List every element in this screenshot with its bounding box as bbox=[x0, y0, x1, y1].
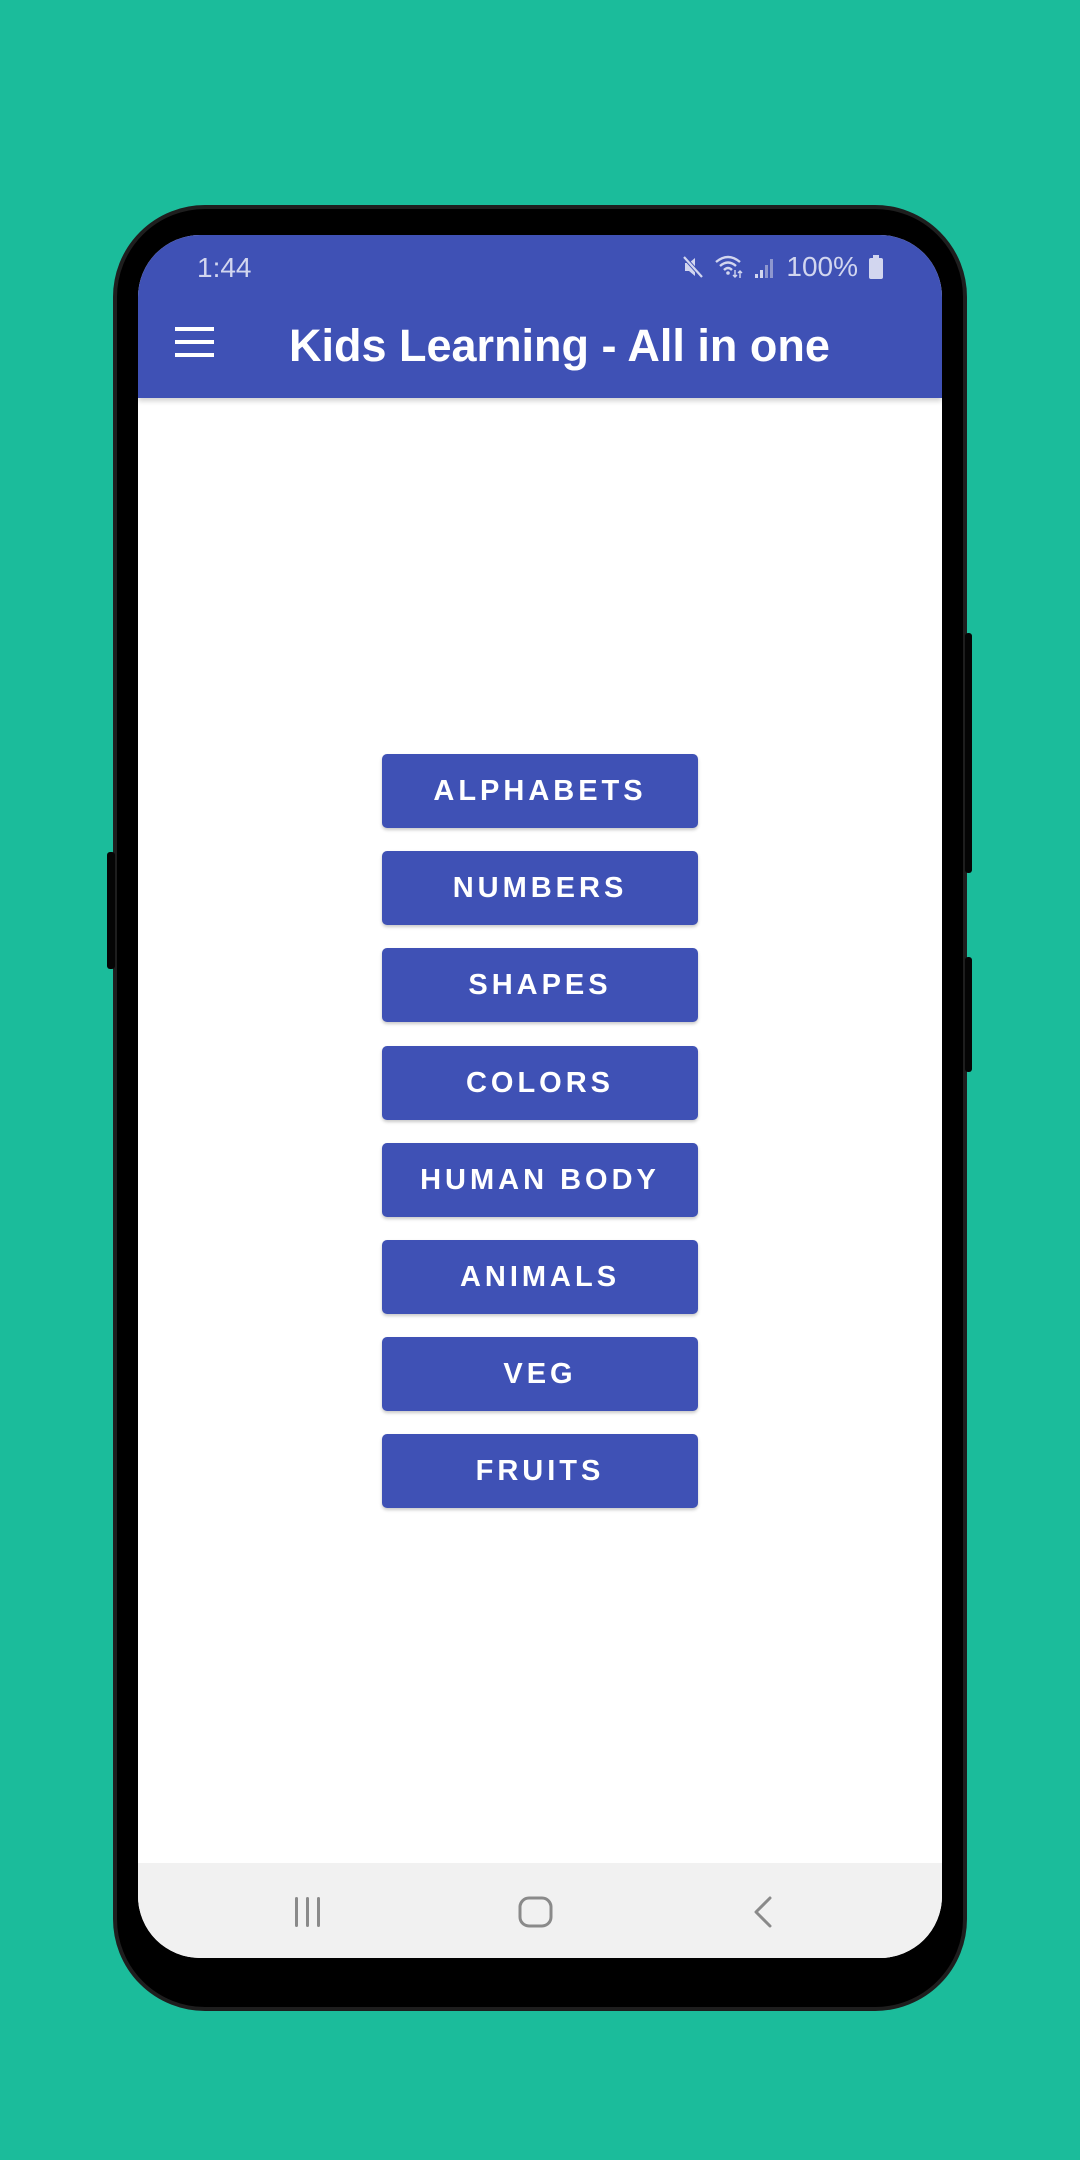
phone-side-button-left bbox=[107, 852, 115, 969]
phone-power-button bbox=[965, 957, 972, 1072]
app-bar: 1:44 100% Kids Learning - All in one bbox=[138, 235, 942, 398]
wifi-icon bbox=[715, 255, 743, 278]
battery-icon bbox=[869, 255, 883, 279]
colors-button[interactable]: COLORS bbox=[382, 1046, 698, 1120]
back-icon[interactable] bbox=[752, 1896, 774, 1928]
numbers-button[interactable]: NUMBERS bbox=[382, 851, 698, 925]
system-nav-bar bbox=[138, 1863, 942, 1958]
alphabets-button[interactable]: ALPHABETS bbox=[382, 754, 698, 828]
human-body-button[interactable]: HUMAN BODY bbox=[382, 1143, 698, 1217]
home-icon[interactable] bbox=[518, 1896, 554, 1928]
shapes-button[interactable]: SHAPES bbox=[382, 948, 698, 1022]
fruits-button[interactable]: FRUITS bbox=[382, 1434, 698, 1508]
battery-percent: 100% bbox=[786, 251, 858, 282]
phone-volume-button bbox=[965, 633, 972, 873]
app-title: Kids Learning - All in one bbox=[289, 320, 830, 371]
recent-apps-icon[interactable] bbox=[292, 1896, 324, 1928]
signal-icon bbox=[755, 259, 774, 278]
mute-icon bbox=[682, 255, 704, 279]
animals-button[interactable]: ANIMALS bbox=[382, 1240, 698, 1314]
status-icons: 100% bbox=[682, 251, 884, 282]
phone-screen: 1:44 100% Kids Learning - All in one ALP… bbox=[138, 235, 942, 1958]
status-time: 1:44 bbox=[197, 252, 252, 283]
veg-button[interactable]: VEG bbox=[382, 1337, 698, 1411]
hamburger-menu-icon[interactable] bbox=[175, 327, 214, 357]
